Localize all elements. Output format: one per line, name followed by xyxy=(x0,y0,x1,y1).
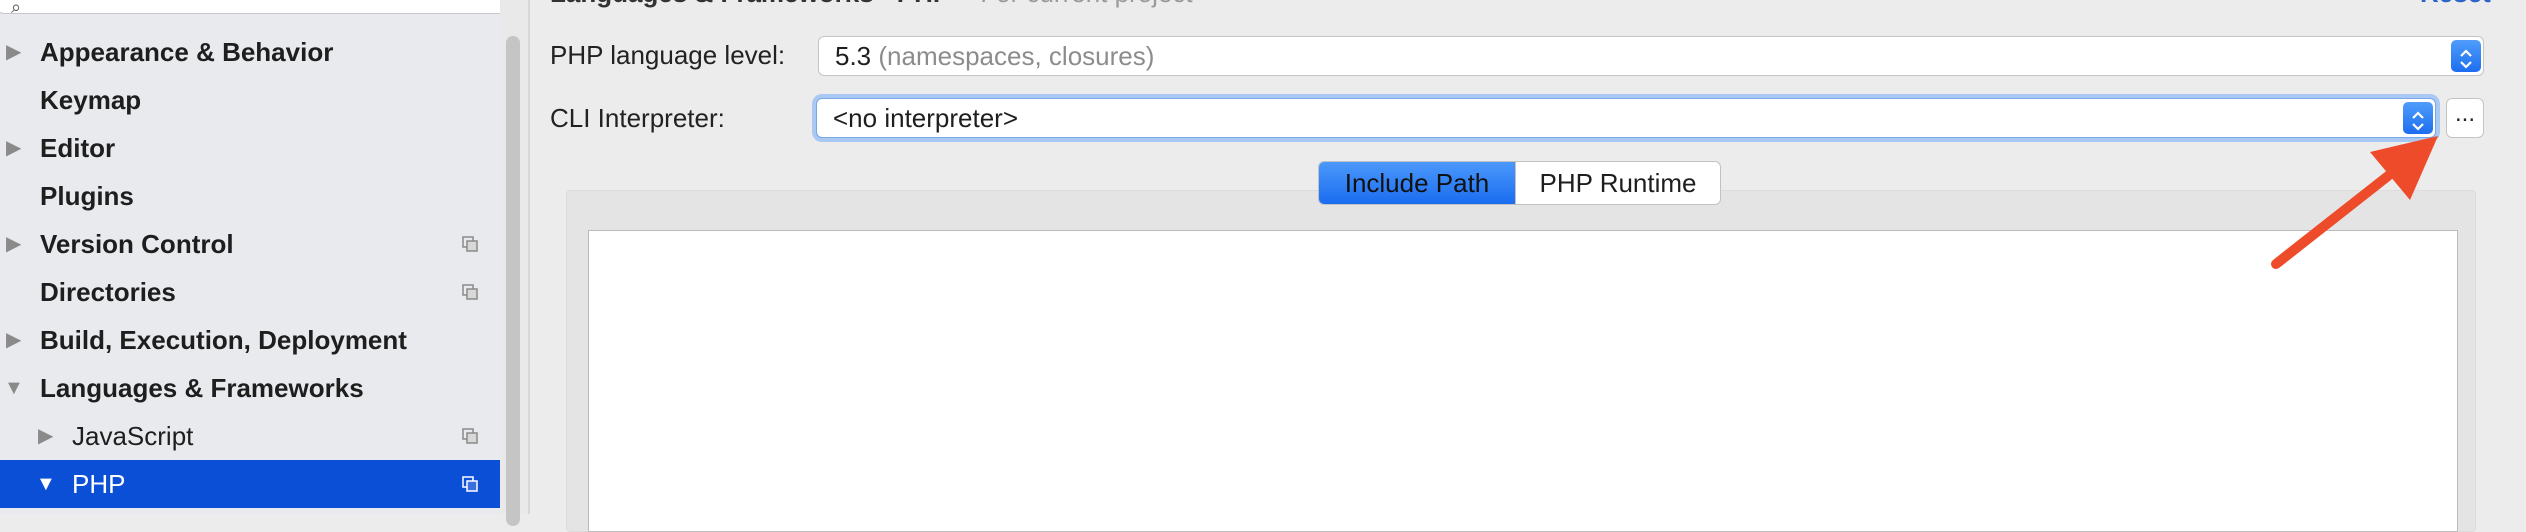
expand-arrow-icon[interactable]: ▶ xyxy=(6,28,21,76)
sidebar-item-label: JavaScript xyxy=(72,421,194,451)
settings-sidebar: ⌕ ▶ Appearance & Behavior Keymap ▶ Edito… xyxy=(0,0,500,514)
expand-arrow-icon[interactable]: ▶ xyxy=(6,124,21,172)
php-language-level-select[interactable]: 5.3 (namespaces, closures) xyxy=(818,36,2484,76)
search-icon: ⌕ xyxy=(11,0,22,17)
sidebar-item-label: Languages & Frameworks xyxy=(40,373,364,403)
sidebar-item-label: Editor xyxy=(40,133,116,163)
copy-icon xyxy=(462,284,478,300)
php-language-level-value: 5.3 (namespaces, closures) xyxy=(835,41,1155,71)
tab-php-runtime[interactable]: PHP Runtime xyxy=(1515,162,1720,204)
sidebar-item-label: Directories xyxy=(40,277,176,307)
sidebar-item-version-control[interactable]: ▶ Version Control xyxy=(0,220,500,268)
sidebar-item-label: Version Control xyxy=(40,229,234,259)
collapse-arrow-icon[interactable]: ▼ xyxy=(36,460,56,508)
settings-tabs: Include Path PHP Runtime xyxy=(1318,161,1721,205)
expand-arrow-icon[interactable]: ▶ xyxy=(6,220,21,268)
configure-interpreters-button[interactable]: ... xyxy=(2446,98,2484,138)
tab-include-path[interactable]: Include Path xyxy=(1319,162,1515,204)
cli-interpreter-value: <no interpreter> xyxy=(833,103,1019,133)
sidebar-item-label: PHP xyxy=(72,469,126,499)
annotation-pointer-arrow-icon xyxy=(2271,136,2438,269)
sidebar-item-directories[interactable]: Directories xyxy=(0,268,500,316)
panel-divider[interactable] xyxy=(528,0,530,514)
php-language-level-label: PHP language level: xyxy=(550,40,786,70)
sidebar-item-editor[interactable]: ▶ Editor xyxy=(0,124,500,172)
cli-interpreter-label: CLI Interpreter: xyxy=(550,103,725,133)
expand-arrow-icon[interactable]: ▶ xyxy=(6,316,21,364)
sidebar-item-label: Keymap xyxy=(40,85,142,115)
breadcrumb-scope: For current project xyxy=(980,0,1192,8)
copy-icon xyxy=(462,476,478,492)
sidebar-item-keymap[interactable]: Keymap xyxy=(0,76,500,124)
sidebar-item-javascript[interactable]: ▶ JavaScript xyxy=(0,412,500,460)
sidebar-item-php[interactable]: ▼ PHP xyxy=(0,460,500,508)
include-path-list[interactable] xyxy=(588,230,2458,532)
select-stepper-icon xyxy=(2451,40,2481,72)
sidebar-scrollbar-thumb[interactable] xyxy=(506,36,520,526)
sidebar-item-label: Build, Execution, Deployment xyxy=(40,325,407,355)
sidebar-item-appearance-behavior[interactable]: ▶ Appearance & Behavior xyxy=(0,28,500,76)
sidebar-item-label: Plugins xyxy=(40,181,134,211)
sidebar-item-plugins[interactable]: Plugins xyxy=(0,172,500,220)
expand-arrow-icon[interactable]: ▶ xyxy=(38,412,53,460)
sidebar-item-label: Appearance & Behavior xyxy=(40,37,334,67)
sidebar-item-build-execution-deployment[interactable]: ▶ Build, Execution, Deployment xyxy=(0,316,500,364)
breadcrumb-title: Languages & Frameworks › PHP xyxy=(550,0,950,8)
copy-icon xyxy=(462,428,478,444)
settings-tree: ▶ Appearance & Behavior Keymap ▶ Editor … xyxy=(0,28,500,508)
copy-icon xyxy=(462,236,478,252)
cli-interpreter-select[interactable]: <no interpreter> xyxy=(816,98,2436,138)
breadcrumb: Languages & Frameworks › PHP For current … xyxy=(550,0,1193,9)
collapse-arrow-icon[interactable]: ▼ xyxy=(4,364,24,412)
reset-link[interactable]: Reset xyxy=(2420,0,2491,9)
sidebar-item-languages-frameworks[interactable]: ▼ Languages & Frameworks xyxy=(0,364,500,412)
settings-search-field[interactable]: ⌕ xyxy=(0,0,500,17)
